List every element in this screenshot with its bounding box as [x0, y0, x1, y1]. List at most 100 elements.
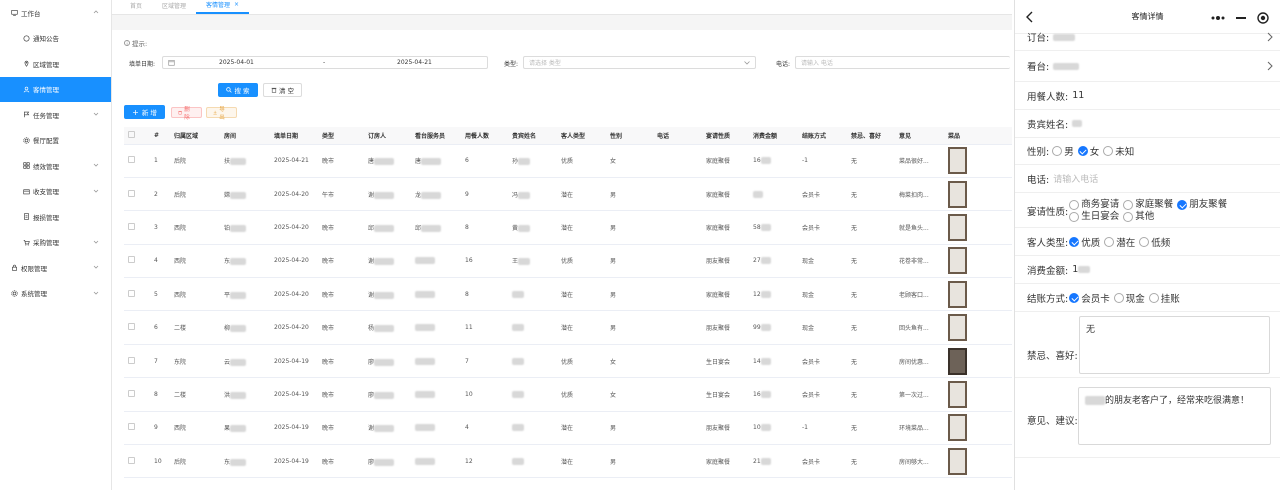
- clear-button[interactable]: 清 空: [263, 83, 302, 97]
- close-icon[interactable]: ×: [234, 1, 239, 8]
- row-checkbox-cell[interactable]: [124, 277, 150, 312]
- radio-icon[interactable]: [1103, 146, 1114, 156]
- table-row[interactable]: 10 后院东 2025-04-19 晚市廖 12 潜在男 家庭聚餐 21 会员卡无房间够大...: [124, 444, 1012, 479]
- row-checkbox[interactable]: [128, 289, 135, 297]
- gender-option[interactable]: 未知: [1103, 144, 1134, 158]
- checked-radio-icon[interactable]: [1177, 200, 1188, 210]
- dish-thumbnail[interactable]: [948, 280, 967, 308]
- radio-icon[interactable]: [1123, 200, 1134, 210]
- pay-option[interactable]: 现金: [1113, 291, 1145, 305]
- row-checkbox[interactable]: [128, 256, 135, 264]
- delete-button[interactable]: 删 除: [171, 107, 202, 121]
- row-checkbox[interactable]: [128, 189, 135, 197]
- row-checkbox-cell[interactable]: [124, 444, 150, 479]
- tab-0[interactable]: 首页: [120, 0, 152, 14]
- sidebar-item-11[interactable]: 系统管理: [0, 281, 111, 307]
- select-all-checkbox[interactable]: [128, 130, 135, 138]
- nature-option[interactable]: 商务宴请: [1069, 199, 1119, 211]
- column-header[interactable]: [124, 127, 150, 145]
- checked-radio-icon[interactable]: [1069, 236, 1080, 247]
- radio-icon[interactable]: [1104, 236, 1115, 247]
- dish-thumbnail[interactable]: [948, 247, 967, 275]
- taboo-textarea[interactable]: 无: [1079, 316, 1270, 374]
- sidebar-item-10[interactable]: 权限管理: [0, 255, 111, 281]
- export-button[interactable]: 导 出: [206, 107, 237, 121]
- gender-option[interactable]: 女: [1077, 144, 1099, 158]
- sidebar-item-1[interactable]: 通知公告: [0, 26, 111, 52]
- row-checkbox[interactable]: [128, 456, 135, 464]
- table-row[interactable]: 5 西院平 2025-04-20 晚市谢 8 潜在男 家庭聚餐 12 现金无老顾客口...: [124, 277, 1012, 312]
- table-row[interactable]: 7 东院云 2025-04-19 晚市廖 7 优质女生日宴会 14 会员卡无房间优惠...: [124, 344, 1012, 379]
- gtype-option[interactable]: 潜在: [1104, 235, 1135, 249]
- row-checkbox-cell[interactable]: [124, 210, 150, 245]
- dish-thumbnail[interactable]: [948, 147, 967, 175]
- opinion-textarea[interactable]: 的朋友老客户了，经常来吃很满意！: [1078, 387, 1271, 445]
- row-checkbox-cell[interactable]: [124, 344, 150, 379]
- pay-option[interactable]: 会员卡: [1069, 291, 1110, 305]
- more-icon[interactable]: [1211, 15, 1225, 20]
- order-row[interactable]: 订台:: [1015, 24, 1280, 51]
- search-button[interactable]: 搜 索: [218, 83, 258, 97]
- dish-thumbnail[interactable]: [948, 347, 967, 375]
- table-row[interactable]: 6 二楼柳 2025-04-20 晚市杨 11 潜在男 朋友聚餐 99 现金无回头鱼有...: [124, 310, 1012, 345]
- row-checkbox[interactable]: [128, 323, 135, 331]
- nature-option[interactable]: 家庭聚餐: [1123, 199, 1173, 211]
- row-checkbox[interactable]: [128, 423, 135, 431]
- checked-radio-icon[interactable]: [1077, 146, 1088, 156]
- table-row[interactable]: 1 后院扶 2025-04-21 晚市唐唐 6 孙优质女家庭聚餐 16 -1 无菜品很好...: [124, 144, 1012, 178]
- tab-1[interactable]: 区域管理: [152, 0, 196, 14]
- table-row[interactable]: 2 后院嫦 2025-04-20 午市谢龙 9 冯潜在男 家庭聚餐 会员卡无梅菜扣肉...: [124, 177, 1012, 212]
- table-row[interactable]: 8 二楼洪 2025-04-19 晚市廖 10 优质女 生日宴会 16 会员卡无第一次过...: [124, 377, 1012, 412]
- nature-option[interactable]: 生日宴会: [1069, 211, 1119, 223]
- row-checkbox-cell[interactable]: [124, 144, 150, 178]
- row-checkbox-cell[interactable]: [124, 244, 150, 279]
- row-checkbox[interactable]: [128, 156, 135, 164]
- gtype-option[interactable]: 优质: [1069, 235, 1100, 249]
- dish-thumbnail[interactable]: [948, 414, 967, 442]
- sidebar-item-6[interactable]: 绩效管理: [0, 153, 111, 179]
- row-checkbox-cell[interactable]: [124, 177, 150, 212]
- row-checkbox-cell[interactable]: [124, 310, 150, 345]
- sidebar-item-2[interactable]: 区域管理: [0, 51, 111, 77]
- sidebar-item-8[interactable]: 报损管理: [0, 204, 111, 230]
- date-range-input[interactable]: 2025-04-01 - 2025-04-21: [162, 56, 488, 69]
- tab-2[interactable]: 客情管理 ×: [196, 0, 250, 14]
- sidebar-item-0[interactable]: 工作台: [0, 0, 111, 26]
- dish-thumbnail[interactable]: [948, 213, 967, 241]
- table-row[interactable]: 4 西院东 2025-04-20 晚市谢 16 王优质男 朋友聚餐 27 现金无花卷非常...: [124, 244, 1012, 279]
- table-row[interactable]: 3 西院铂 2025-04-20 晚市邱邱 8 黄潜在男家庭聚餐 58 会员卡无就是鱼头...: [124, 210, 1012, 245]
- table-row[interactable]: 9 西院果 2025-04-19 晚市谢 4 潜在男 朋友聚餐 10 -1 无环境菜品...: [124, 411, 1012, 446]
- sidebar-item-5[interactable]: 餐厅配置: [0, 128, 111, 154]
- pay-option[interactable]: 挂账: [1148, 291, 1180, 305]
- row-checkbox[interactable]: [128, 222, 135, 230]
- row-checkbox-cell[interactable]: [124, 377, 150, 412]
- dish-thumbnail[interactable]: [948, 380, 967, 408]
- watch-row[interactable]: 看台:: [1015, 51, 1280, 82]
- minimize-icon[interactable]: [1235, 16, 1246, 19]
- radio-icon[interactable]: [1123, 212, 1134, 222]
- sidebar-item-7[interactable]: 收支管理: [0, 179, 111, 205]
- radio-icon[interactable]: [1139, 236, 1150, 247]
- close-target-icon[interactable]: [1256, 11, 1269, 24]
- type-select[interactable]: 请选择 类型: [523, 56, 756, 69]
- gender-option[interactable]: 男: [1052, 144, 1074, 158]
- phone-row[interactable]: 电话: 请输入电话: [1015, 165, 1280, 193]
- nature-option[interactable]: 朋友聚餐: [1177, 199, 1227, 211]
- dish-thumbnail[interactable]: [948, 447, 967, 475]
- add-button[interactable]: + 新 增: [124, 105, 165, 119]
- row-checkbox-cell[interactable]: [124, 411, 150, 446]
- dish-thumbnail[interactable]: [948, 180, 967, 208]
- phone-input[interactable]: 请输入 电话: [795, 56, 1010, 69]
- checked-radio-icon[interactable]: [1069, 292, 1080, 303]
- nature-option[interactable]: 其他: [1123, 211, 1154, 223]
- row-checkbox[interactable]: [128, 356, 135, 364]
- row-checkbox[interactable]: [128, 389, 135, 397]
- radio-icon[interactable]: [1113, 292, 1124, 303]
- sidebar-item-3[interactable]: 客情管理: [0, 76, 111, 102]
- radio-icon[interactable]: [1148, 292, 1159, 303]
- radio-icon[interactable]: [1052, 146, 1063, 156]
- radio-icon[interactable]: [1069, 200, 1080, 210]
- sidebar-item-4[interactable]: 任务管理: [0, 102, 111, 128]
- radio-icon[interactable]: [1069, 212, 1080, 222]
- gtype-option[interactable]: 低频: [1139, 235, 1170, 249]
